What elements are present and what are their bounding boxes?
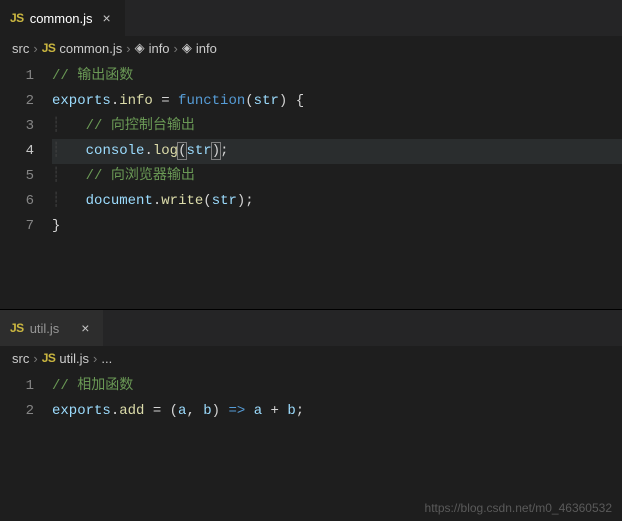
code-line[interactable]: ┊ document.write(str); (52, 189, 622, 214)
line-gutter: 1 2 3 4 5 6 7 (0, 60, 52, 309)
code-line[interactable]: exports.add = (a, b) => a + b; (52, 399, 622, 424)
symbol-icon: ◈ (135, 40, 145, 56)
chevron-right-icon: › (93, 351, 97, 366)
line-number: 6 (0, 189, 52, 214)
code-editor[interactable]: 1 2 // 相加函数 exports.add = (a, b) => a + … (0, 370, 622, 521)
editor-pane-bottom: JS util.js × src › JS util.js › ... 1 2 … (0, 310, 622, 521)
code-line[interactable]: exports.info = function(str) { (52, 89, 622, 114)
crumb-folder[interactable]: src (12, 351, 29, 366)
close-icon[interactable]: × (77, 320, 93, 336)
line-number: 1 (0, 374, 52, 399)
chevron-right-icon: › (174, 41, 178, 56)
line-number: 2 (0, 399, 52, 424)
code-area[interactable]: // 相加函数 exports.add = (a, b) => a + b; (52, 370, 622, 521)
code-line[interactable]: ┊ console.log(str); (52, 139, 622, 164)
tab-title: util.js (30, 321, 60, 336)
code-line[interactable]: // 输出函数 (52, 64, 622, 89)
close-icon[interactable]: × (99, 10, 115, 26)
chevron-right-icon: › (33, 41, 37, 56)
line-number: 5 (0, 164, 52, 189)
crumb-file[interactable]: util.js (59, 351, 89, 366)
code-area[interactable]: // 输出函数 exports.info = function(str) { ┊… (52, 60, 622, 309)
code-editor[interactable]: 1 2 3 4 5 6 7 // 输出函数 exports.info = fun… (0, 60, 622, 309)
tab-common-js[interactable]: JS common.js × (0, 0, 125, 36)
js-icon: JS (42, 351, 56, 365)
code-line[interactable]: } (52, 214, 622, 239)
line-number: 4 (0, 139, 52, 164)
crumb-file[interactable]: common.js (59, 41, 122, 56)
watermark: https://blog.csdn.net/m0_46360532 (425, 501, 612, 515)
crumb-more[interactable]: ... (101, 351, 112, 366)
breadcrumb[interactable]: src › JS common.js › ◈ info › ◈ info (0, 36, 622, 60)
js-icon: JS (10, 321, 24, 335)
symbol-icon: ◈ (182, 40, 192, 56)
code-line[interactable]: ┊ // 向浏览器输出 (52, 164, 622, 189)
line-number: 2 (0, 89, 52, 114)
tab-bar: JS common.js × (0, 0, 622, 36)
line-gutter: 1 2 (0, 370, 52, 521)
breadcrumb[interactable]: src › JS util.js › ... (0, 346, 622, 370)
crumb-folder[interactable]: src (12, 41, 29, 56)
crumb-symbol[interactable]: info (149, 41, 170, 56)
chevron-right-icon: › (126, 41, 130, 56)
line-number: 1 (0, 64, 52, 89)
tab-bar: JS util.js × (0, 310, 622, 346)
tab-title: common.js (30, 11, 93, 26)
chevron-right-icon: › (33, 351, 37, 366)
tab-util-js[interactable]: JS util.js × (0, 310, 103, 346)
code-line[interactable]: // 相加函数 (52, 374, 622, 399)
line-number: 3 (0, 114, 52, 139)
crumb-symbol[interactable]: info (196, 41, 217, 56)
js-icon: JS (10, 11, 24, 25)
code-line[interactable]: ┊ // 向控制台输出 (52, 114, 622, 139)
editor-pane-top: JS common.js × src › JS common.js › ◈ in… (0, 0, 622, 310)
line-number: 7 (0, 214, 52, 239)
js-icon: JS (42, 41, 56, 55)
